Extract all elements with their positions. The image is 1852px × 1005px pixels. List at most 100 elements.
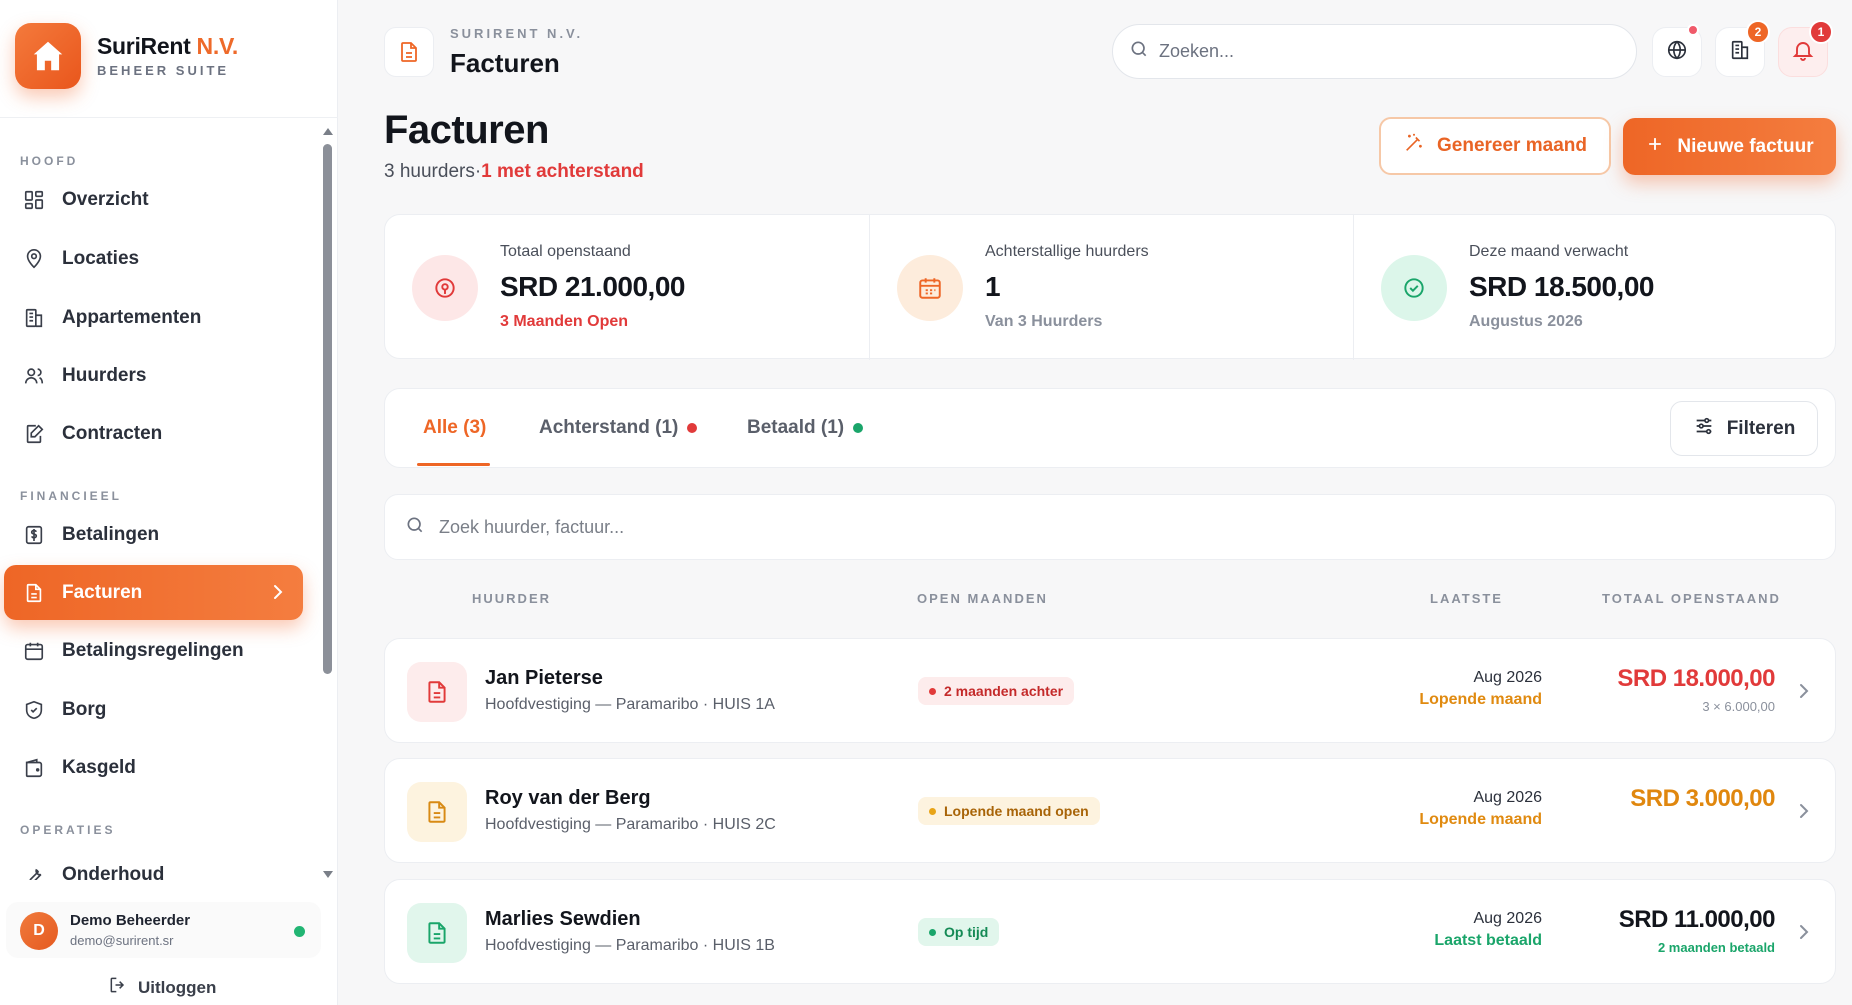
status-badge: Op tijd	[918, 918, 1000, 946]
table-row[interactable]: Roy van der Berg Hoofdvestiging — Parama…	[384, 758, 1836, 863]
chevron-right-icon	[271, 583, 285, 607]
sidebar-item-overzicht[interactable]: Overzicht	[4, 172, 303, 227]
sidebar-item-borg[interactable]: Borg	[4, 682, 303, 737]
user-card[interactable]: D Demo Beheerder demo@surirent.sr	[6, 902, 321, 958]
building-icon	[1729, 39, 1751, 66]
active-tab-indicator	[417, 463, 490, 466]
global-search[interactable]	[1112, 24, 1637, 79]
money-icon	[412, 255, 478, 321]
magic-wand-icon	[1403, 132, 1437, 160]
scroll-thumb[interactable]	[323, 144, 332, 674]
column-header-laatste[interactable]: LAATSTE	[1430, 591, 1503, 606]
logout-button[interactable]: Uitloggen	[108, 975, 216, 1000]
sidebar-item-label: Betalingen	[62, 523, 160, 545]
wrench-icon	[20, 861, 48, 880]
last-period: Aug 2026 Lopende maand	[1419, 669, 1542, 709]
total-amount: SRD 3.000,00	[1630, 785, 1775, 812]
map-pin-icon	[20, 245, 48, 273]
invoice-icon	[20, 579, 48, 607]
status-badge: Lopende maand open	[918, 797, 1100, 825]
arrears-count: 1 met achterstand	[481, 161, 644, 182]
scroll-up-arrow-icon[interactable]	[323, 128, 333, 135]
page-title: Facturen	[384, 108, 549, 152]
generate-month-button[interactable]: Genereer maand	[1379, 117, 1611, 175]
sidebar-item-facturen[interactable]: Facturen	[4, 565, 303, 620]
language-button[interactable]	[1652, 24, 1702, 77]
sidebar-scrollbar[interactable]	[321, 122, 335, 878]
sidebar-item-betalingsregelingen[interactable]: Betalingsregelingen	[4, 623, 303, 678]
filter-label: Filteren	[1726, 417, 1796, 439]
chevron-right-icon[interactable]	[1797, 922, 1811, 947]
chevron-right-icon[interactable]	[1797, 801, 1811, 826]
sidebar-item-label: Facturen	[62, 581, 143, 603]
sidebar-item-appartementen[interactable]: Appartementen	[4, 290, 303, 345]
tab-betaald[interactable]: Betaald (1)	[747, 417, 864, 439]
wallet-icon	[20, 754, 48, 782]
user-email: demo@surirent.sr	[70, 933, 174, 948]
filter-tabs: Alle (3) Achterstand (1) Betaald (1) Fil…	[384, 388, 1836, 468]
apartments-button[interactable]: 2	[1715, 20, 1770, 77]
column-header-open-maanden[interactable]: OPEN MAANDEN	[917, 591, 1048, 606]
shield-icon	[20, 696, 48, 724]
invoice-icon	[407, 903, 467, 963]
tenant-location: Hoofdvestiging — Paramaribo · HUIS 1A	[485, 696, 775, 713]
breadcrumb: SURIRENT N.V.	[450, 26, 584, 41]
brand-name: SuriRent N.V.	[97, 33, 238, 59]
sidebar-item-onderhoud[interactable]: Onderhoud	[4, 847, 303, 880]
home-logo-icon[interactable]	[15, 23, 81, 89]
table-search[interactable]	[384, 494, 1836, 560]
logout-icon	[108, 975, 138, 1000]
sidebar-item-label: Huurders	[62, 364, 147, 386]
tenant-name: Roy van der Berg	[485, 787, 651, 809]
brand-subtitle: BEHEER SUITE	[97, 63, 230, 78]
last-status: Laatst betaald	[1434, 932, 1542, 949]
new-invoice-button[interactable]: Nieuwe factuur	[1623, 118, 1836, 175]
filter-button[interactable]: Filteren	[1670, 401, 1818, 456]
notifications-badge: 1	[1809, 20, 1833, 44]
stat-label: Achterstallige huurders	[985, 243, 1149, 260]
sidebar-item-label: Betalingsregelingen	[62, 639, 244, 661]
sidebar-item-kasgeld[interactable]: Kasgeld	[4, 740, 303, 795]
sidebar-item-label: Contracten	[62, 422, 163, 444]
contract-edit-icon	[20, 420, 48, 448]
sidebar-item-locaties[interactable]: Locaties	[4, 231, 303, 286]
globe-icon	[1666, 39, 1688, 66]
generate-month-label: Genereer maand	[1437, 135, 1587, 156]
stat-note: 3 Maanden Open	[500, 313, 629, 330]
tab-achterstand[interactable]: Achterstand (1)	[539, 417, 698, 439]
tab-alle[interactable]: Alle (3)	[423, 417, 486, 439]
sidebar-item-betalingen[interactable]: Betalingen	[4, 507, 303, 562]
sidebar-item-label: Onderhoud	[62, 863, 165, 881]
sliders-icon	[1693, 415, 1727, 443]
total-detail: 2 maanden betaald	[1657, 940, 1775, 955]
chevron-right-icon[interactable]	[1797, 681, 1811, 706]
notifications-button[interactable]: 1	[1778, 20, 1833, 77]
scroll-down-arrow-icon[interactable]	[323, 871, 333, 878]
avatar: D	[20, 912, 58, 950]
total-detail: 3 × 6.000,00	[1702, 699, 1775, 714]
invoice-icon	[407, 662, 467, 722]
plus-icon	[1645, 134, 1677, 160]
stat-value: SRD 18.500,00	[1469, 271, 1654, 302]
tab-label: Betaald (1)	[747, 417, 845, 438]
apartments-badge: 2	[1746, 20, 1770, 44]
table-row[interactable]: Jan Pieterse Hoofdvestiging — Paramaribo…	[384, 638, 1836, 743]
page-subtitle: 3 huurders·1 met achterstand	[384, 161, 644, 183]
topbar-title: Facturen	[450, 48, 560, 78]
stat-total-outstanding: Totaal openstaand SRD 21.000,00 3 Maande…	[385, 215, 869, 360]
search-input[interactable]	[1159, 41, 1599, 62]
tenant-name: Marlies Sewdien	[485, 908, 641, 930]
total-amount: SRD 18.000,00	[1617, 665, 1775, 692]
column-header-huurder[interactable]: HUURDER	[472, 591, 551, 606]
column-header-totaal-openstaand[interactable]: TOTAAL OPENSTAAND	[1602, 591, 1781, 606]
sidebar-item-label: Borg	[62, 698, 107, 720]
total-outstanding: SRD 3.000,00	[1630, 785, 1775, 819]
last-status: Lopende maand	[1419, 811, 1542, 828]
tab-label: Achterstand (1)	[539, 417, 679, 438]
table-search-input[interactable]	[439, 516, 1739, 538]
sidebar-item-huurders[interactable]: Huurders	[4, 348, 303, 403]
table-row[interactable]: Marlies Sewdien Hoofdvestiging — Paramar…	[384, 879, 1836, 984]
brand: SuriRent N.V. BEHEER SUITE	[0, 0, 338, 118]
sidebar-item-contracten[interactable]: Contracten	[4, 406, 303, 461]
sidebar-item-label: Locaties	[62, 247, 140, 269]
